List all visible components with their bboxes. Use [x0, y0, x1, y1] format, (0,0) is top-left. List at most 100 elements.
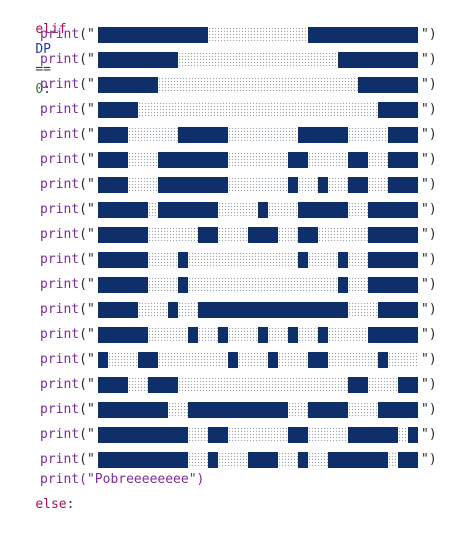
close-quote: ") [421, 352, 437, 367]
shaded-block [178, 302, 198, 318]
close-quote: ") [421, 402, 437, 417]
print-call: print(" [40, 250, 95, 270]
close-quote: ") [421, 377, 437, 392]
solid-block [388, 127, 418, 143]
print-function: print [40, 252, 80, 267]
block-string [98, 127, 418, 143]
solid-block [348, 377, 368, 393]
print-call: print(" [40, 200, 95, 220]
close-quote: ") [421, 102, 437, 117]
shaded-block [218, 452, 248, 468]
print-function: print [40, 402, 80, 417]
solid-block [378, 402, 418, 418]
open-quote: (" [79, 202, 95, 217]
shaded-block [278, 352, 308, 368]
print-call: print(" [40, 275, 95, 295]
print-function: print [40, 202, 80, 217]
block-string [98, 352, 418, 368]
print-call: print(" [40, 125, 95, 145]
solid-block [98, 177, 128, 193]
shaded-block [278, 227, 298, 243]
shaded-block [108, 352, 138, 368]
shaded-block [348, 202, 368, 218]
solid-block [368, 252, 418, 268]
print-call: print(" [40, 25, 95, 45]
shaded-block [228, 177, 288, 193]
open-quote: (" [79, 252, 95, 267]
block-string [98, 52, 418, 68]
else-keyword: else [35, 497, 67, 512]
solid-block [368, 277, 418, 293]
print-function: print [40, 227, 80, 242]
shaded-block [188, 252, 298, 268]
open-quote: (" [79, 277, 95, 292]
solid-block [358, 77, 418, 93]
shaded-block [138, 102, 378, 118]
shaded-block [348, 277, 368, 293]
solid-block [368, 227, 418, 243]
shaded-block [188, 427, 208, 443]
solid-block [98, 127, 128, 143]
shaded-block [128, 177, 158, 193]
close-quote: ") [421, 202, 437, 217]
solid-block [158, 152, 228, 168]
print-function: print [40, 102, 80, 117]
shaded-block [148, 327, 188, 343]
print-function: print [40, 352, 80, 367]
solid-block [288, 177, 298, 193]
solid-block [198, 302, 348, 318]
solid-block [158, 177, 228, 193]
shaded-block [228, 152, 288, 168]
shaded-block [228, 327, 258, 343]
open-quote: (" [79, 77, 95, 92]
code-editor: elif DP == 0: print(" ") print(" ") print(" "… [0, 0, 476, 512]
block-string [98, 27, 418, 43]
solid-block [98, 302, 138, 318]
print-call: print(" [40, 400, 95, 420]
print-function: print [40, 277, 80, 292]
shaded-block [308, 452, 328, 468]
shaded-block [268, 202, 298, 218]
open-quote: (" [79, 377, 95, 392]
solid-block [98, 77, 158, 93]
shaded-block [298, 177, 318, 193]
close-quote: ") [421, 227, 437, 242]
open-quote: (" [79, 227, 95, 242]
close-quote: ") [421, 152, 437, 167]
print-function: print [40, 452, 80, 467]
shaded-block [348, 302, 378, 318]
shaded-block [278, 452, 298, 468]
final-print-line: print("Pobreeeeeeee") [0, 450, 204, 487]
open-quote: (" [79, 302, 95, 317]
solid-block [368, 202, 418, 218]
block-string [98, 152, 418, 168]
solid-block [98, 327, 148, 343]
solid-block [98, 452, 188, 468]
solid-block [308, 402, 348, 418]
shaded-block [398, 427, 408, 443]
shaded-block [308, 252, 338, 268]
print-function: print [40, 177, 80, 192]
print-function: print [40, 27, 80, 42]
shaded-block [388, 352, 418, 368]
solid-block [298, 127, 348, 143]
open-quote: (" [79, 327, 95, 342]
shaded-block [178, 52, 338, 68]
block-string [98, 277, 418, 293]
shaded-block [368, 177, 388, 193]
solid-block [318, 177, 328, 193]
solid-block [338, 252, 348, 268]
solid-block [288, 427, 308, 443]
close-quote: ") [421, 427, 437, 442]
solid-block [388, 152, 418, 168]
solid-block [288, 152, 308, 168]
print-call: print(" [40, 225, 95, 245]
block-string [98, 102, 418, 118]
shaded-block [168, 402, 188, 418]
shaded-block [388, 452, 398, 468]
solid-block [168, 302, 178, 318]
shaded-block [148, 202, 158, 218]
print-function: print [40, 127, 80, 142]
close-quote: ") [421, 127, 437, 142]
print-call: print(" [40, 50, 95, 70]
